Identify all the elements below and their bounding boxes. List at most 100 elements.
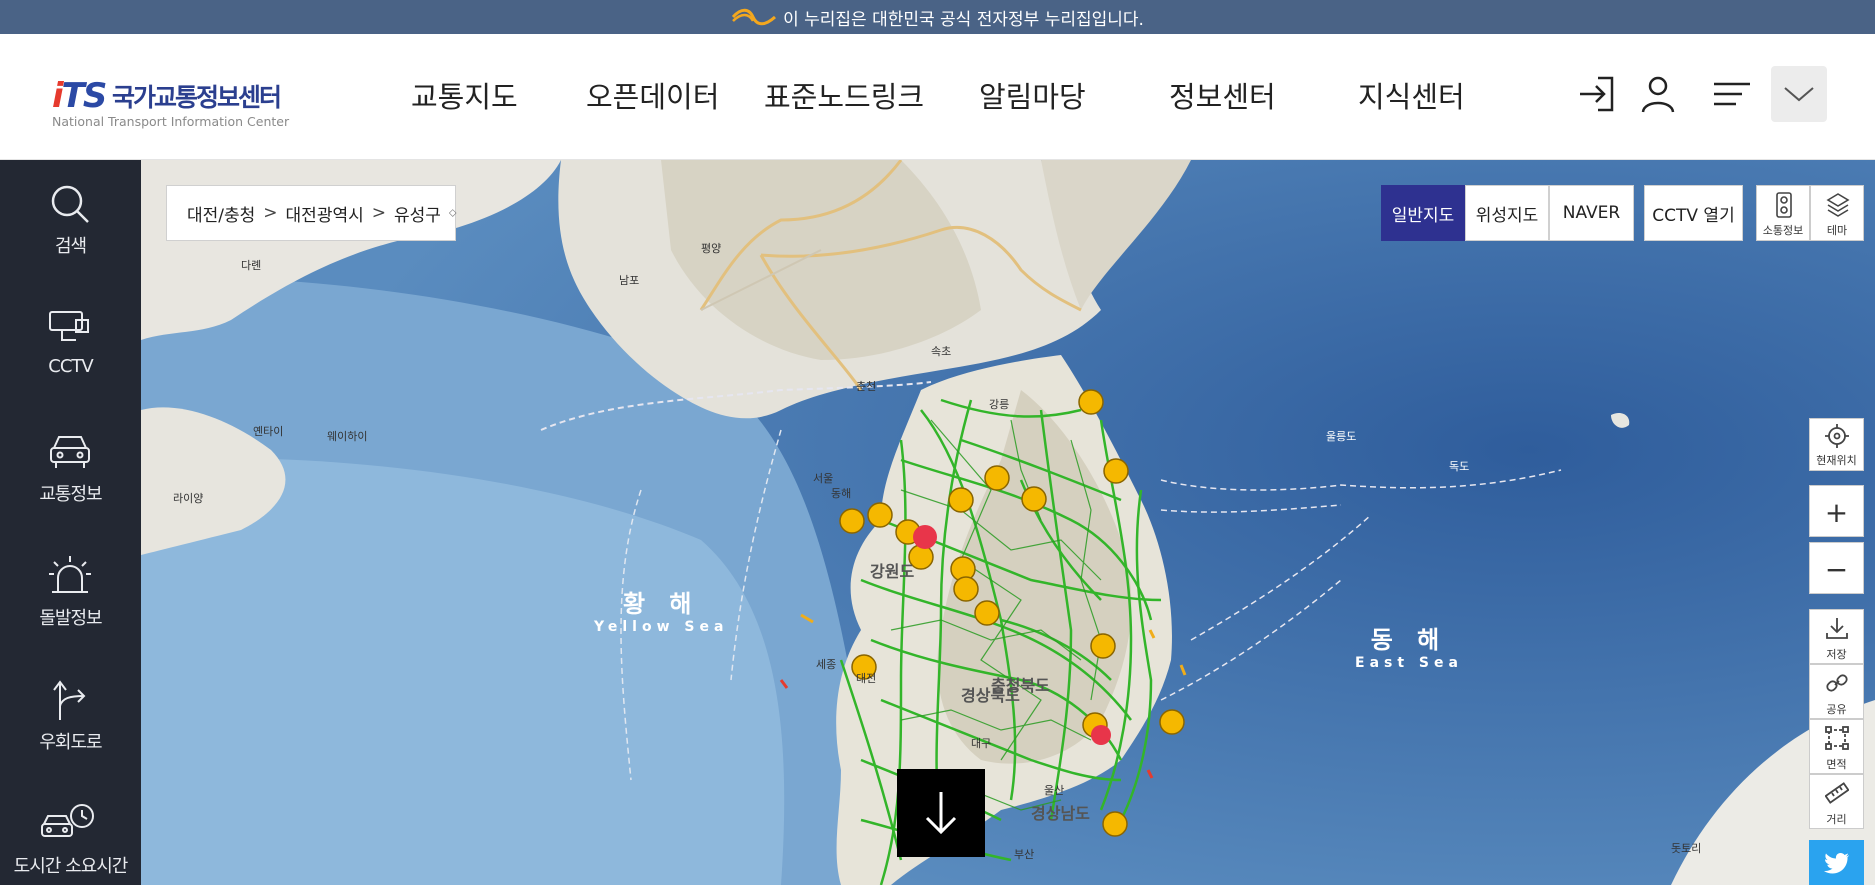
car-clock-icon: [41, 804, 94, 837]
place-label: 독도: [1449, 460, 1470, 473]
place-label: 남포: [619, 274, 640, 287]
menu-icon: [1714, 82, 1750, 106]
breadcrumb-separator: >: [371, 203, 386, 223]
tool-label: 저장: [1826, 648, 1847, 661]
logo-title: 국가교통정보센터: [112, 83, 282, 112]
region-label: 경상남도: [1031, 804, 1090, 823]
link-icon: [1826, 674, 1848, 692]
nav-info-center[interactable]: 정보센터: [1169, 74, 1276, 114]
logo-subtitle: National Transport Information Center: [52, 114, 290, 129]
save-button[interactable]: 저장: [1809, 609, 1864, 664]
twitter-share-button[interactable]: [1809, 840, 1864, 885]
location-breadcrumb[interactable]: 대전/충청 > 대전광역시 > 유성구 ⬦: [166, 185, 457, 241]
place-label: 강릉: [989, 398, 1010, 411]
gov-banner: 이 누리집은 대한민국 공식 전자정부 누리집입니다.: [0, 0, 1875, 34]
sidebar-item-detour[interactable]: 우회도로: [0, 656, 141, 766]
layers-icon: [1826, 193, 1850, 217]
place-label: 세종: [816, 658, 837, 671]
area-measure-button[interactable]: 면적: [1809, 719, 1864, 774]
zoom-out-icon: −: [1824, 553, 1849, 586]
tool-label: 현재위치: [1816, 454, 1857, 467]
menu-button[interactable]: [1704, 66, 1760, 122]
current-location-button[interactable]: 현재위치: [1809, 418, 1864, 471]
place-label: 부산: [1014, 848, 1035, 861]
tool-label: 면적: [1826, 758, 1847, 771]
search-icon: [51, 185, 89, 223]
tool-label: 테마: [1826, 224, 1848, 237]
login-button[interactable]: [1568, 66, 1624, 122]
sidebar-item-search[interactable]: 검색: [0, 160, 141, 270]
sidebar-item-label: CCTV: [48, 356, 93, 377]
zoom-in-icon: +: [1824, 496, 1849, 529]
place-label: 울산: [1044, 784, 1065, 797]
ruler-icon: [1825, 782, 1849, 804]
map-type-normal[interactable]: 일반지도: [1381, 185, 1465, 241]
scroll-down-button[interactable]: [897, 769, 985, 857]
nav-notice[interactable]: 알림마당: [979, 74, 1086, 114]
theme-toggle[interactable]: 테마: [1810, 185, 1864, 241]
breadcrumb-item[interactable]: 대전광역시: [286, 201, 364, 226]
place-label: 속초: [931, 345, 952, 358]
area-icon: [1825, 726, 1849, 750]
distance-measure-button[interactable]: 거리: [1809, 774, 1864, 829]
sea-label-yellow: 황 해 Yellow Sea: [594, 590, 729, 635]
user-icon: [1641, 76, 1675, 113]
arrow-down-icon: [925, 792, 957, 835]
sea-label-east: 동 해 East Sea: [1355, 626, 1463, 671]
tool-label: 공유: [1826, 703, 1847, 716]
zoom-in-button[interactable]: +: [1809, 485, 1864, 537]
place-label: 대구: [971, 737, 992, 750]
traffic-map[interactable]: 황 해 Yellow Sea 동 해 East Sea 강원도 충청북도 경상북…: [141, 160, 1875, 885]
region-label: 강원도: [870, 562, 915, 581]
place-label: 서울: [813, 472, 834, 485]
cctv-open-button[interactable]: CCTV 열기: [1644, 185, 1743, 241]
sidebar-item-intercity-time[interactable]: 도시간 소요시간: [0, 780, 141, 890]
car-icon: [50, 436, 90, 468]
sidebar-item-label: 우회도로: [39, 732, 102, 753]
twitter-icon: [1823, 852, 1849, 873]
sidebar-item-traffic[interactable]: 교통정보: [0, 408, 141, 518]
siren-icon: [49, 556, 91, 593]
place-label: 다롄: [241, 259, 262, 272]
login-icon: [1580, 76, 1614, 112]
nav-standard-node-link[interactable]: 표준노드링크: [764, 74, 924, 114]
nav-open-data[interactable]: 오픈데이터: [586, 74, 719, 114]
user-button[interactable]: [1630, 66, 1686, 122]
traffic-light-icon: [1776, 192, 1792, 218]
map-canvas[interactable]: [141, 160, 1875, 885]
breadcrumb-item[interactable]: 대전/충청: [187, 201, 255, 226]
place-label: 라이양: [173, 492, 204, 505]
sidebar-item-label: 도시간 소요시간: [13, 856, 129, 877]
detour-icon: [53, 680, 86, 720]
place-label: 옌타이: [253, 425, 284, 438]
place-label: 울릉도: [1326, 430, 1357, 443]
place-label: 돗토리: [1671, 842, 1702, 855]
gov-banner-text: 이 누리집은 대한민국 공식 전자정부 누리집입니다.: [783, 9, 1144, 30]
map-type-satellite[interactable]: 위성지도: [1465, 185, 1549, 241]
place-label: 평양: [701, 242, 722, 255]
place-label: 웨이하이: [327, 430, 368, 443]
site-logo[interactable]: iTS 국가교통정보센터 National Transport Informat…: [52, 74, 302, 130]
share-button[interactable]: 공유: [1809, 664, 1864, 719]
tool-label: 소통정보: [1762, 224, 1804, 237]
sidebar-item-label: 돌발정보: [39, 608, 102, 629]
zoom-out-button[interactable]: −: [1809, 542, 1864, 594]
more-button[interactable]: [1771, 66, 1827, 122]
nav-traffic-map[interactable]: 교통지도: [411, 74, 518, 114]
cctv-icon: [49, 311, 89, 341]
breadcrumb-dropdown-icon: ⬦: [448, 206, 457, 219]
sidebar: 검색 CCTV 교통정보 돌발정보 우회도로 도시간 소요시간: [0, 160, 141, 885]
region-label: 경상북도: [961, 686, 1020, 705]
crosshair-icon: [1825, 424, 1849, 448]
logo-mark: iTS: [52, 76, 107, 116]
sidebar-item-label: 교통정보: [39, 484, 102, 505]
download-icon: [1826, 618, 1848, 639]
breadcrumb-item[interactable]: 유성구: [394, 201, 441, 226]
sidebar-item-incident[interactable]: 돌발정보: [0, 532, 141, 642]
map-type-naver[interactable]: NAVER: [1549, 185, 1634, 241]
sidebar-item-cctv[interactable]: CCTV: [0, 284, 141, 394]
nav-knowledge-center[interactable]: 지식센터: [1358, 74, 1465, 114]
traffic-info-toggle[interactable]: 소통정보: [1756, 185, 1810, 241]
sidebar-item-label: 검색: [54, 236, 87, 257]
breadcrumb-separator: >: [263, 203, 278, 223]
